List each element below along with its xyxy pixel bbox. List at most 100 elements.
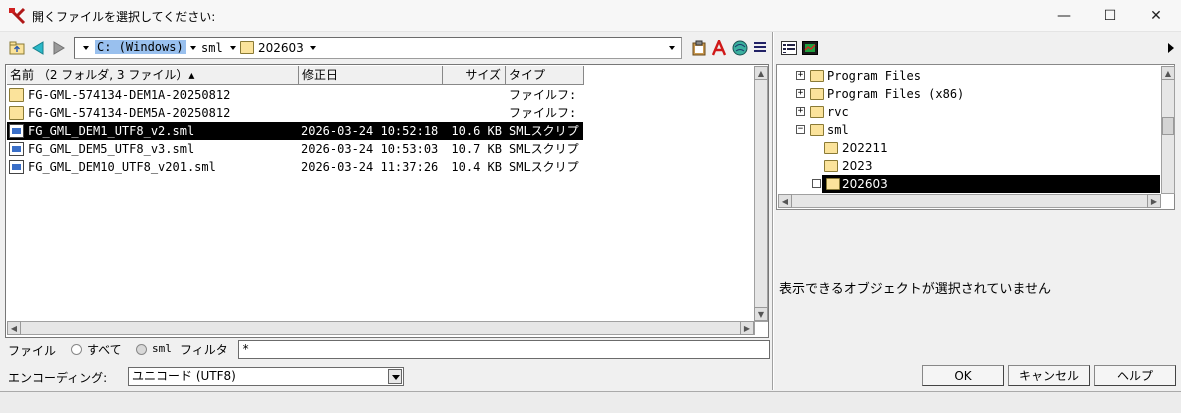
radio-sml[interactable] (136, 344, 147, 355)
path-dir-sml[interactable]: sml (201, 41, 223, 55)
file-type: ファイルフ: (509, 106, 577, 120)
encoding-dropdown-button[interactable] (388, 369, 402, 384)
panel-divider[interactable] (772, 32, 774, 390)
panel-expand-arrow-icon[interactable] (1168, 43, 1174, 53)
encoding-select[interactable]: ユニコード (UTF8) (128, 367, 404, 386)
path-dir-202603[interactable]: 202603 (258, 41, 304, 55)
tree-node-label: rvc (827, 105, 849, 119)
folder-icon (240, 41, 254, 54)
maximize-icon: ☐ (1103, 8, 1117, 24)
file-name: FG_GML_DEM1_UTF8_v2.sml (28, 124, 195, 138)
folder-icon (810, 70, 824, 82)
tree-node-label: 2023 (842, 159, 873, 173)
tree-horizontal-scrollbar[interactable]: ◀ ▶ (778, 194, 1161, 208)
tree-vertical-scrollbar[interactable]: ▲ (1161, 66, 1175, 194)
file-type: SMLスクリプ (509, 142, 579, 156)
ok-button[interactable]: OK (922, 365, 1004, 386)
sml-script-icon (9, 160, 24, 174)
tree-node[interactable]: 2023 (778, 157, 1158, 175)
history-dropdown-icon[interactable] (669, 46, 675, 50)
file-list-horizontal-scrollbar[interactable]: ◀ ▶ (7, 321, 755, 335)
tree-scroll-right-arrow-icon[interactable]: ▶ (1147, 194, 1161, 208)
file-list-vertical-scrollbar[interactable]: ▲ ▼ (754, 66, 768, 322)
list-view-icon[interactable] (751, 39, 769, 57)
tree-node-label: sml (827, 123, 849, 137)
tree-node[interactable]: + Program Files (x86) (778, 85, 1158, 103)
scroll-down-arrow-icon[interactable]: ▼ (754, 307, 768, 321)
expand-icon[interactable]: + (796, 71, 805, 80)
radio-all[interactable] (71, 344, 82, 355)
file-name: FG_GML_DEM5_UTF8_v3.sml (28, 142, 195, 156)
scroll-right-arrow-icon[interactable]: ▶ (740, 321, 754, 335)
tree-scroll-up-arrow-icon[interactable]: ▲ (1161, 66, 1175, 80)
file-size: 10.6 KB (451, 124, 502, 138)
collapse-icon[interactable]: − (796, 125, 805, 134)
encoding-dropdown-icon[interactable] (392, 375, 400, 380)
scroll-left-arrow-icon[interactable]: ◀ (7, 321, 21, 335)
folder-tree[interactable]: + Program Files + Program Files (x86) + rvc − s… (776, 64, 1175, 210)
file-name: FG-GML-574134-DEM5A-20250812 (28, 106, 231, 120)
file-list-row[interactable]: FG_GML_DEM1_UTF8_v2.sml 2026-03-24 10:52:… (7, 122, 583, 140)
column-header-type[interactable]: タイプ (506, 66, 584, 85)
tree-node[interactable]: − sml (778, 121, 1158, 139)
path-dropdown-icon[interactable] (83, 46, 89, 50)
file-name: FG_GML_DEM10_UTF8_v201.sml (28, 160, 216, 174)
network-globe-icon[interactable] (731, 39, 749, 57)
radio-sml-label[interactable]: sml (152, 342, 172, 355)
tree-node[interactable]: + rvc (778, 103, 1158, 121)
maximize-button[interactable]: ☐ (1087, 0, 1133, 32)
filter-input[interactable]: * (238, 340, 770, 359)
collapse-icon[interactable]: − (812, 179, 821, 188)
scroll-up-arrow-icon[interactable]: ▲ (754, 66, 768, 80)
forward-arrow-icon[interactable] (50, 39, 68, 57)
radio-all-label[interactable]: すべて (87, 341, 122, 358)
column-header-name[interactable]: 名前 （2 フォルダ, 3 ファイル）▴ (7, 66, 299, 85)
drive-dropdown-icon[interactable] (190, 46, 196, 50)
file-list-row[interactable]: FG-GML-574134-DEM1A-20250812 ファイルフ: (7, 86, 583, 104)
expand-icon[interactable]: + (796, 89, 805, 98)
file-name: FG-GML-574134-DEM1A-20250812 (28, 88, 231, 102)
file-size: 10.4 KB (451, 160, 502, 174)
folder-icon (824, 160, 838, 172)
tree-node-label: Program Files (x86) (827, 87, 965, 101)
path-drive[interactable]: C: (Windows) (95, 40, 186, 54)
file-list-row[interactable]: FG_GML_DEM5_UTF8_v3.sml 2026-03-24 10:53:… (7, 140, 583, 158)
minimize-button[interactable]: — (1041, 0, 1087, 32)
column-header-size[interactable]: サイズ (443, 66, 506, 85)
back-arrow-icon[interactable] (29, 39, 47, 57)
tree-scroll-thumb[interactable] (1162, 117, 1174, 135)
tree-scroll-left-arrow-icon[interactable]: ◀ (778, 194, 792, 208)
file-list-row[interactable]: FG-GML-574134-DEM5A-20250812 ファイルフ: (7, 104, 583, 122)
status-bar (0, 391, 1181, 413)
tree-node[interactable]: + Program Files (778, 67, 1158, 85)
dir-dropdown-icon[interactable] (310, 46, 316, 50)
details-view-icon[interactable] (780, 39, 798, 57)
info-message: 表示できるオブジェクトが選択されていません (779, 282, 1051, 297)
cancel-button[interactable]: キャンセル (1008, 365, 1090, 386)
tree-node-label: 202211 (842, 141, 888, 155)
folder-icon (9, 106, 24, 120)
chart-view-icon[interactable] (801, 39, 819, 57)
parent-folder-icon[interactable] (8, 39, 26, 57)
clipboard-icon[interactable] (690, 39, 708, 57)
folder-icon (810, 88, 824, 100)
expand-icon[interactable]: + (796, 107, 805, 116)
file-list-row[interactable]: FG_GML_DEM10_UTF8_v201.sml 2026-03-24 11:… (7, 158, 583, 176)
text-a-icon[interactable] (710, 39, 728, 57)
folder-icon (826, 178, 840, 190)
file-type: SMLスクリプ (509, 124, 579, 138)
folder-icon (810, 106, 824, 118)
file-list[interactable]: 名前 （2 フォルダ, 3 ファイル）▴ 修正日 サイズ タイプ FG-GML-… (5, 64, 769, 338)
column-header-modified[interactable]: 修正日 (299, 66, 443, 85)
sml-dropdown-icon[interactable] (230, 46, 236, 50)
tree-node-label: Program Files (827, 69, 921, 83)
tree-node[interactable]: − 202603 (812, 175, 1160, 193)
file-label: ファイル (8, 344, 57, 358)
file-type: ファイルフ: (509, 88, 577, 102)
help-button[interactable]: ヘルプ (1094, 365, 1176, 386)
close-button[interactable]: ✕ (1133, 0, 1179, 32)
file-size: 10.7 KB (451, 142, 502, 156)
file-modified: 2026-03-24 10:52:18 (301, 124, 439, 138)
tree-node[interactable]: 202211 (778, 139, 1158, 157)
path-bar[interactable]: C: (Windows) sml 202603 (74, 37, 682, 59)
